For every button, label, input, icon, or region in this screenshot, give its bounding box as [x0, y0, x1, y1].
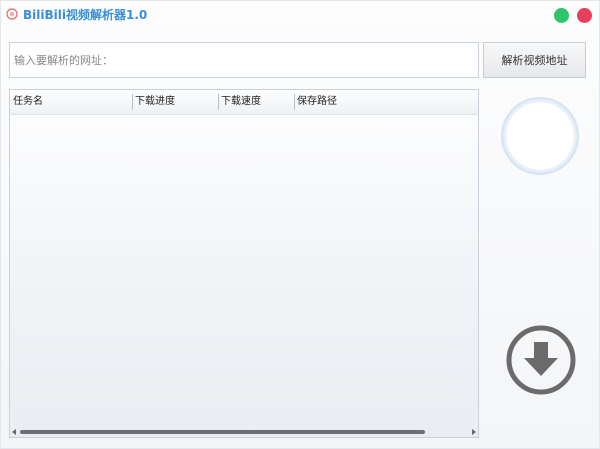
title-bar[interactable]: BiliBili视频解析器1.0 [1, 1, 599, 31]
download-arrow-icon[interactable] [505, 324, 577, 396]
maximize-button[interactable] [554, 8, 569, 23]
window-title: BiliBili视频解析器1.0 [23, 8, 148, 22]
column-header-save-path[interactable]: 保存路径 [294, 90, 478, 114]
column-header-progress[interactable]: 下载进度 [132, 90, 218, 114]
horizontal-scrollbar[interactable] [10, 429, 478, 435]
column-header-task-name[interactable]: 任务名 [10, 90, 132, 114]
url-input[interactable] [9, 42, 479, 78]
close-button[interactable] [577, 8, 592, 23]
table-header: 任务名 下载进度 下载速度 保存路径 [10, 90, 478, 115]
scroll-left-arrow-icon[interactable] [12, 429, 16, 435]
column-header-speed[interactable]: 下载速度 [218, 90, 294, 114]
progress-ring-icon [501, 97, 579, 175]
parse-video-button[interactable]: 解析视频地址 [483, 42, 586, 78]
bilibili-icon [6, 8, 18, 20]
task-table[interactable]: 任务名 下载进度 下载速度 保存路径 [9, 89, 479, 438]
scrollbar-thumb[interactable] [20, 430, 425, 434]
scroll-right-arrow-icon[interactable] [472, 429, 476, 435]
app-window: BiliBili视频解析器1.0 解析视频地址 任务名 下载进度 下载速度 保存… [0, 0, 600, 449]
